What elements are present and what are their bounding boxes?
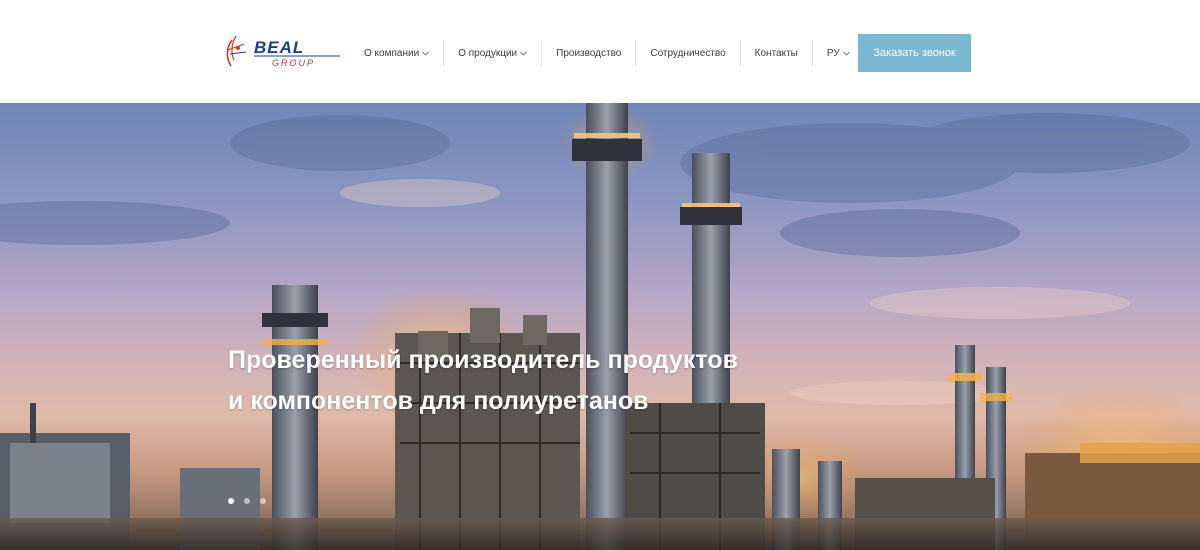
hero-title-line: Проверенный производитель продуктов [228,346,738,374]
language-label: РУ [826,47,840,59]
slider-pagination [228,498,266,504]
slider-dot-2[interactable] [244,498,250,504]
nav-item-label: О продукции [458,47,518,59]
main-nav: О компании О продукции Производство Сотр… [350,40,864,66]
logo-subtitle: GROUP [272,58,315,68]
industrial-plant-image [0,103,1200,550]
slider-dot-1[interactable] [228,498,234,504]
hero-title-line: и компонентов для полиуретанов [228,387,649,415]
request-call-button[interactable]: Заказать звонок [858,34,971,72]
logo-wordmark: BEAL [254,38,304,57]
chevron-down-icon [520,51,527,56]
nav-item-label: Производство [556,47,622,59]
nav-item-cooperation[interactable]: Сотрудничество [636,40,739,66]
language-switcher[interactable]: РУ [813,40,864,66]
nav-item-production[interactable]: Производство [542,40,635,66]
nav-item-label: Контакты [754,47,798,59]
chevron-down-icon [842,51,850,56]
nav-item-products[interactable]: О продукции [444,40,541,66]
slider-dot-3[interactable] [260,498,266,504]
nav-item-company[interactable]: О компании [350,40,443,66]
logo-swoosh-icon [226,35,247,67]
hero-title: Проверенный производитель продуктов и ко… [228,340,848,422]
site-header: BEAL GROUP О компании О продукции Произв… [0,0,1200,103]
nav-item-label: Сотрудничество [650,47,726,59]
hero-slider: Проверенный производитель продуктов и ко… [0,103,1200,550]
chevron-down-icon [422,51,429,56]
beal-group-logo[interactable]: BEAL GROUP [222,30,344,72]
nav-item-label: О компании [364,47,420,59]
nav-item-contacts[interactable]: Контакты [741,40,812,66]
